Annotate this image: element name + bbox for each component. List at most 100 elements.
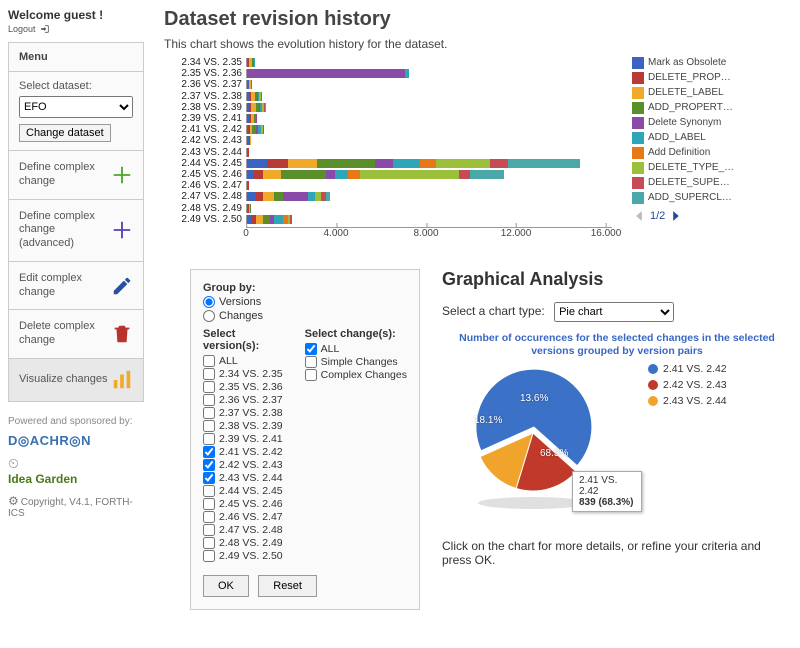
bar-segment[interactable]: [281, 170, 326, 179]
bar-row[interactable]: 2.46 VS. 2.47: [164, 180, 612, 191]
bar-segment[interactable]: [360, 170, 459, 179]
pager-next-icon[interactable]: [669, 209, 683, 223]
legend-item[interactable]: ADD_SUPERCL…: [632, 190, 786, 205]
bar-segment[interactable]: [405, 69, 410, 78]
legend-item[interactable]: Mark as Obsolete: [632, 55, 786, 70]
bar-segment[interactable]: [375, 159, 393, 168]
change-option[interactable]: Simple Changes: [305, 356, 407, 368]
bar-row[interactable]: 2.35 VS. 2.36: [164, 68, 612, 79]
sidebar-item[interactable]: Visualize changes: [9, 358, 143, 401]
legend-item[interactable]: ADD_LABEL: [632, 130, 786, 145]
bar-segment[interactable]: [470, 170, 504, 179]
bar-row[interactable]: 2.38 VS. 2.39: [164, 102, 612, 113]
bar-segment[interactable]: [326, 192, 331, 201]
sidebar-item[interactable]: Define complex change: [9, 150, 143, 199]
bar-row[interactable]: 2.49 VS. 2.50: [164, 214, 612, 225]
version-option[interactable]: 2.37 VS. 2.38: [203, 407, 287, 419]
dataset-select[interactable]: EFO: [19, 96, 133, 118]
pie-legend-item[interactable]: 2.42 VS. 2.43: [648, 379, 727, 391]
legend-item[interactable]: DELETE_PROP…: [632, 70, 786, 85]
bar-segment[interactable]: [263, 192, 274, 201]
bar-segment[interactable]: [250, 136, 251, 145]
legend-item[interactable]: DELETE_LABEL: [632, 85, 786, 100]
version-option[interactable]: 2.34 VS. 2.35: [203, 368, 287, 380]
legend-item[interactable]: Delete Synonym: [632, 115, 786, 130]
bar-segment[interactable]: [267, 159, 287, 168]
history-bar-chart[interactable]: 2.34 VS. 2.352.35 VS. 2.362.36 VS. 2.372…: [164, 57, 612, 253]
bar-segment[interactable]: [254, 170, 263, 179]
version-option[interactable]: 2.36 VS. 2.37: [203, 394, 287, 406]
version-option[interactable]: 2.49 VS. 2.50: [203, 550, 287, 562]
bar-row[interactable]: 2.36 VS. 2.37: [164, 79, 612, 90]
bar-segment[interactable]: [247, 69, 405, 78]
legend-item[interactable]: DELETE_TYPE_…: [632, 160, 786, 175]
version-option[interactable]: 2.39 VS. 2.41: [203, 433, 287, 445]
bar-segment[interactable]: [436, 159, 490, 168]
bar-segment[interactable]: [263, 215, 270, 224]
version-option[interactable]: 2.35 VS. 2.36: [203, 381, 287, 393]
reset-button[interactable]: Reset: [258, 575, 317, 597]
bar-row[interactable]: 2.39 VS. 2.41: [164, 113, 612, 124]
legend-item[interactable]: DELETE_SUPE…: [632, 175, 786, 190]
bar-segment[interactable]: [256, 114, 257, 123]
sidebar-item[interactable]: Delete complex change: [9, 309, 143, 358]
bar-segment[interactable]: [274, 215, 283, 224]
bar-segment[interactable]: [459, 170, 470, 179]
bar-segment[interactable]: [263, 125, 264, 134]
bar-segment[interactable]: [288, 159, 317, 168]
version-option[interactable]: 2.43 VS. 2.44: [203, 472, 287, 484]
bar-row[interactable]: 2.48 VS. 2.49: [164, 202, 612, 213]
bar-segment[interactable]: [247, 159, 267, 168]
bar-segment[interactable]: [254, 58, 255, 67]
pie-chart[interactable]: 13.6% 18.1% 68.3% 2.41 VS. 2.42 839 (68.…: [442, 363, 642, 513]
logout-link[interactable]: Logout: [8, 24, 144, 34]
bar-segment[interactable]: [335, 170, 349, 179]
bar-segment[interactable]: [508, 159, 580, 168]
bar-segment[interactable]: [420, 159, 436, 168]
bar-segment[interactable]: [290, 215, 292, 224]
sidebar-item[interactable]: Define complex change (advanced): [9, 199, 143, 261]
bar-segment[interactable]: [247, 192, 256, 201]
bar-row[interactable]: 2.37 VS. 2.38: [164, 91, 612, 102]
version-option[interactable]: 2.45 VS. 2.46: [203, 498, 287, 510]
bar-segment[interactable]: [256, 215, 263, 224]
bar-segment[interactable]: [248, 181, 249, 190]
chart-type-select[interactable]: Pie chart: [554, 302, 674, 322]
ok-button[interactable]: OK: [203, 575, 249, 597]
bar-segment[interactable]: [274, 192, 283, 201]
bar-row[interactable]: 2.44 VS. 2.45: [164, 158, 612, 169]
version-option[interactable]: 2.46 VS. 2.47: [203, 511, 287, 523]
version-option[interactable]: 2.48 VS. 2.49: [203, 537, 287, 549]
pie-legend-item[interactable]: 2.43 VS. 2.44: [648, 395, 727, 407]
version-option[interactable]: 2.38 VS. 2.39: [203, 420, 287, 432]
changes-all[interactable]: ALL: [305, 343, 407, 355]
bar-segment[interactable]: [317, 159, 376, 168]
legend-pager[interactable]: 1/2: [632, 209, 786, 223]
bar-row[interactable]: 2.43 VS. 2.44: [164, 147, 612, 158]
pie-legend-item[interactable]: 2.41 VS. 2.42: [648, 363, 727, 375]
bar-segment[interactable]: [250, 204, 251, 213]
bar-segment[interactable]: [393, 159, 420, 168]
pager-prev-icon[interactable]: [632, 209, 646, 223]
change-option[interactable]: Complex Changes: [305, 369, 407, 381]
bar-segment[interactable]: [326, 170, 335, 179]
bar-segment[interactable]: [263, 170, 281, 179]
bar-segment[interactable]: [490, 159, 508, 168]
bar-segment[interactable]: [348, 170, 359, 179]
bar-segment[interactable]: [283, 192, 308, 201]
version-option[interactable]: 2.42 VS. 2.43: [203, 459, 287, 471]
change-dataset-button[interactable]: Change dataset: [19, 124, 111, 142]
radio-versions[interactable]: Versions: [203, 296, 407, 308]
bar-row[interactable]: 2.34 VS. 2.35: [164, 57, 612, 68]
bar-segment[interactable]: [256, 192, 263, 201]
sidebar-item[interactable]: Edit complex change: [9, 261, 143, 310]
radio-changes[interactable]: Changes: [203, 310, 407, 322]
legend-item[interactable]: Add Definition: [632, 145, 786, 160]
bar-segment[interactable]: [308, 192, 315, 201]
bar-row[interactable]: 2.41 VS. 2.42: [164, 124, 612, 135]
version-option[interactable]: 2.44 VS. 2.45: [203, 485, 287, 497]
bar-row[interactable]: 2.47 VS. 2.48: [164, 191, 612, 202]
version-option[interactable]: 2.47 VS. 2.48: [203, 524, 287, 536]
versions-all[interactable]: ALL: [203, 355, 287, 367]
bar-segment[interactable]: [265, 103, 266, 112]
